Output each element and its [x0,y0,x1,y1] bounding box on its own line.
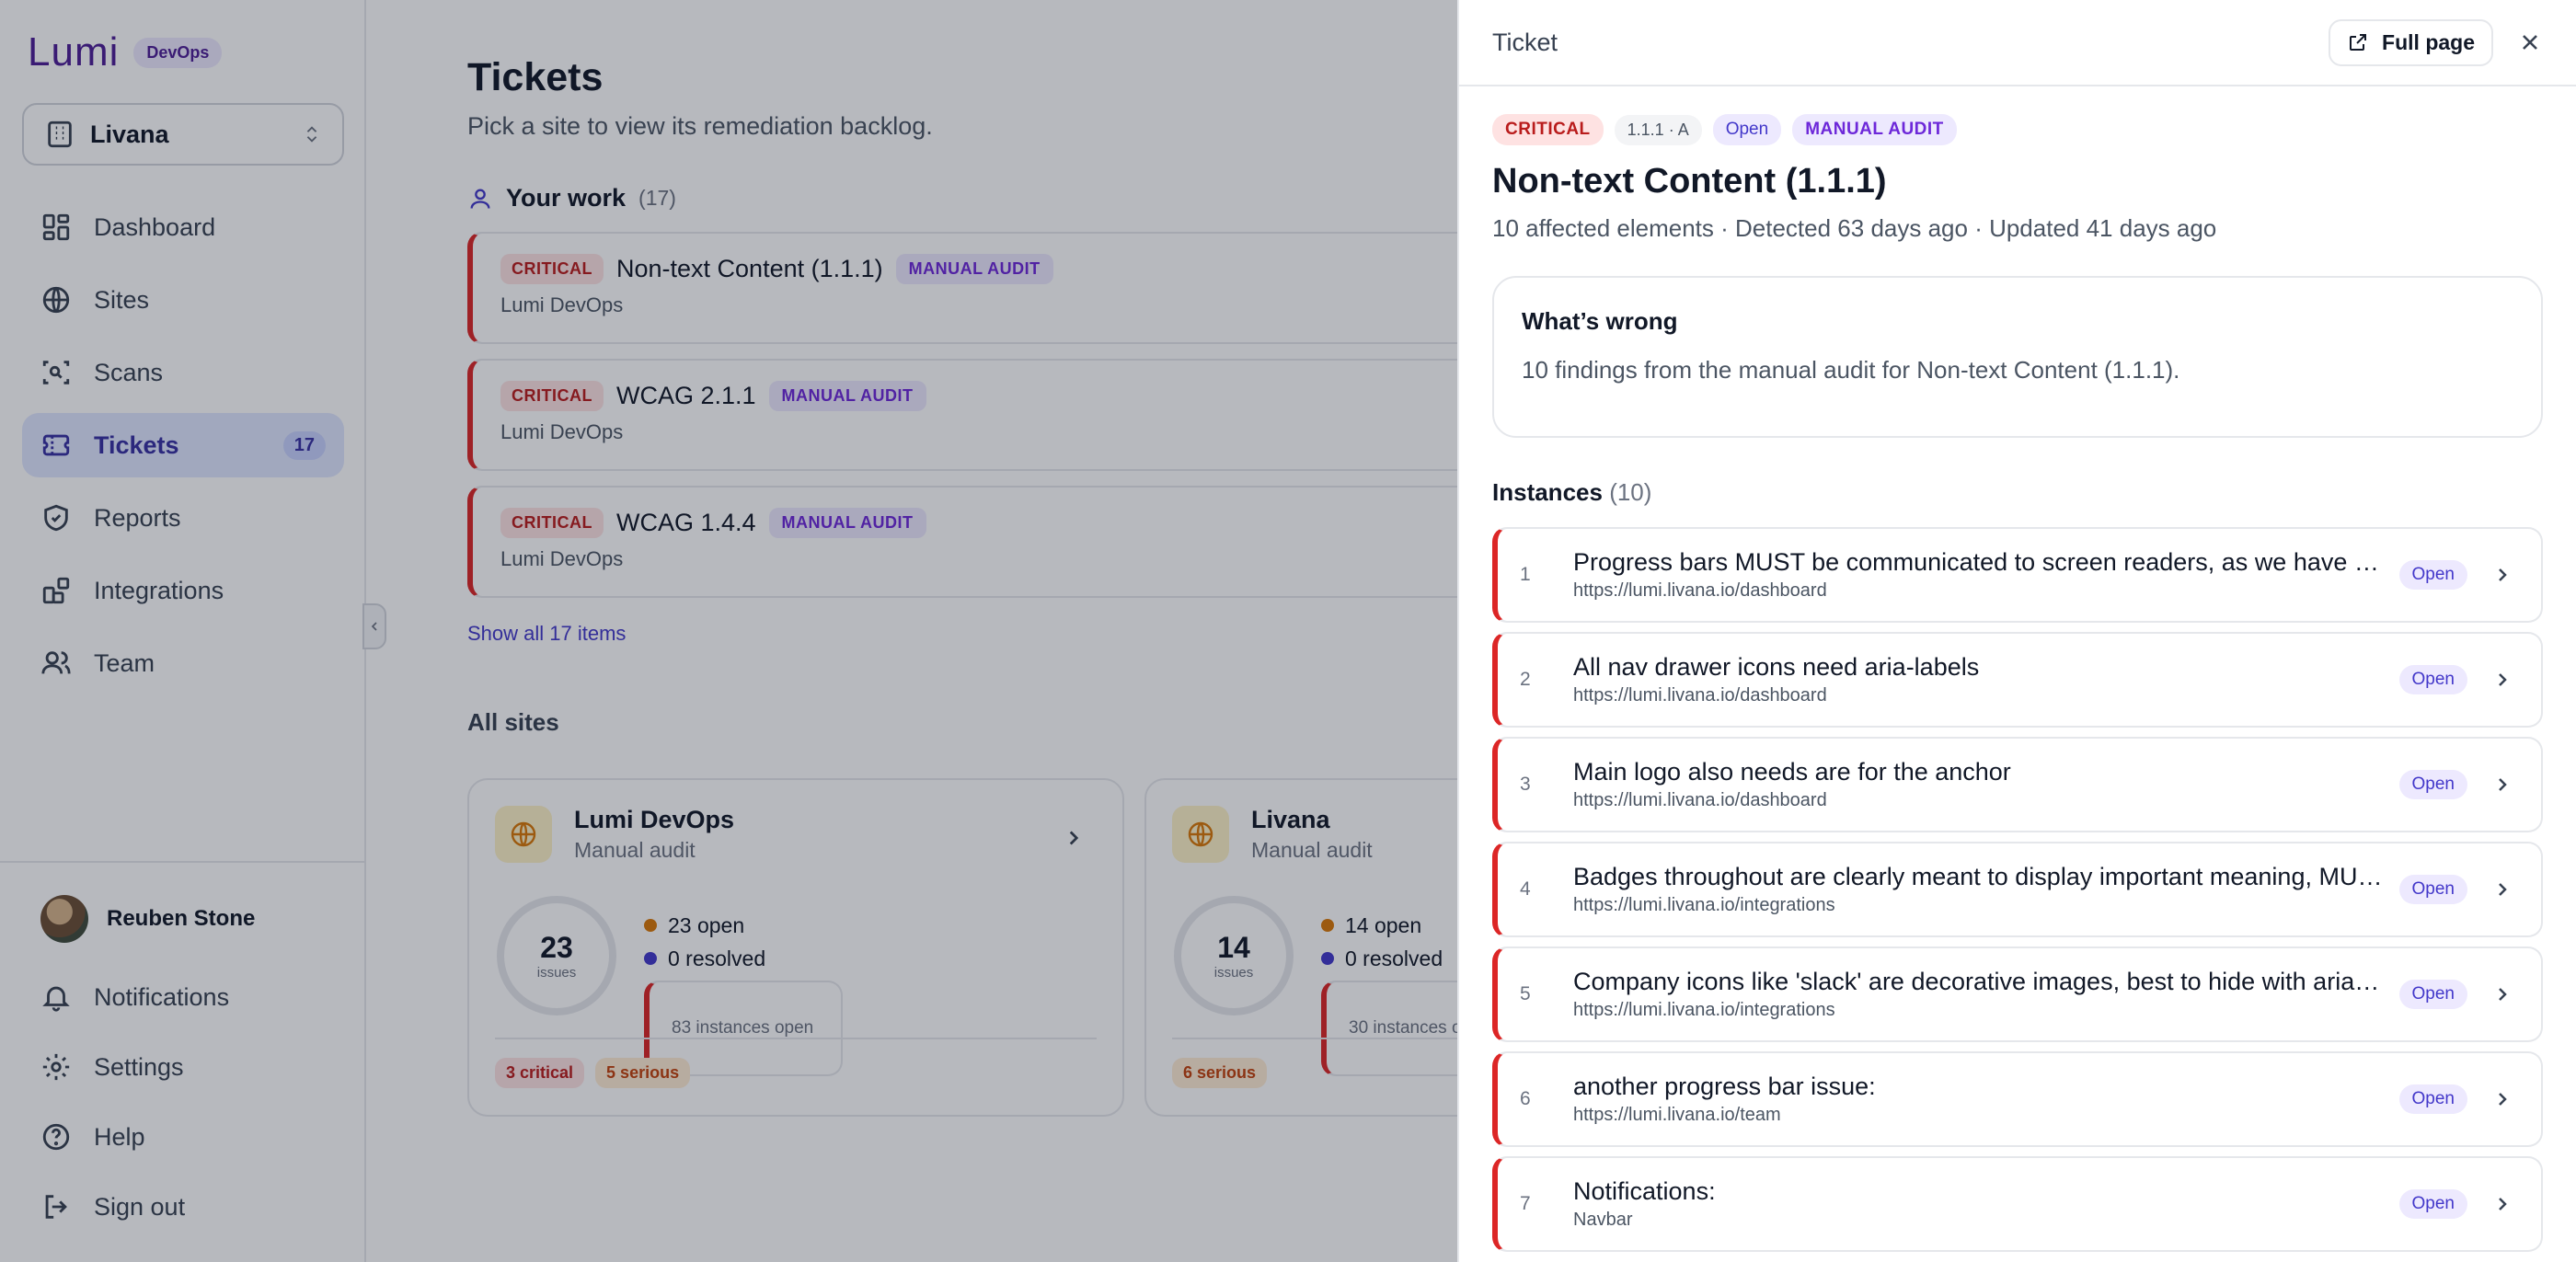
ticket-meta: 10 affected elements · Detected 63 days … [1492,214,2217,242]
instance-url: https://lumi.livana.io/integrations [1573,895,1835,915]
instance-row[interactable]: 3 Main logo also needs are for the ancho… [1492,737,2543,832]
whats-wrong-heading: What’s wrong [1522,307,1678,335]
instance-title: Main logo also needs are for the anchor [1573,758,2011,786]
instance-title: Notifications: [1573,1177,1716,1205]
status-badge: Open [2398,560,2467,590]
status-badge: Open [2398,875,2467,904]
whats-wrong-card: What’s wrong 10 findings from the manual… [1492,276,2543,438]
status-badge: Open [2398,1189,2467,1219]
instance-number: 4 [1520,878,1531,900]
full-page-label: Full page [2382,29,2475,54]
instance-title: Progress bars MUST be communicated to sc… [1573,548,2383,576]
instance-row[interactable]: 6 another progress bar issue: https://lum… [1492,1051,2543,1147]
ticket-title: Non-text Content (1.1.1) [1492,162,1887,201]
modal-backdrop[interactable] [0,0,1457,1262]
instance-number: 3 [1520,774,1531,795]
instance-number: 1 [1520,564,1531,585]
whats-wrong-text: 10 findings from the manual audit for No… [1522,356,2180,384]
status-badge: Open [2398,980,2467,1009]
instances-list: 1 Progress bars MUST be communicated to … [1492,527,2543,1252]
instance-title: All nav drawer icons need aria-labels [1573,653,1980,681]
drawer-title: Ticket [1492,28,1558,56]
instance-number: 6 [1520,1088,1531,1109]
instance-title: another progress bar issue: [1573,1073,1876,1100]
status-badge: Open [2398,1084,2467,1114]
instance-row[interactable]: 5 Company icons like 'slack' are decorat… [1492,946,2543,1042]
instance-url: https://lumi.livana.io/dashboard [1573,685,1827,706]
status-badge: Open [2398,770,2467,799]
chevron-right-icon [2499,673,2507,686]
ticket-badges: CRITICAL 1.1.1 · A Open MANUAL AUDIT [1492,114,2543,145]
instance-url: https://lumi.livana.io/team [1573,1105,1781,1125]
instance-url: Navbar [1573,1210,1633,1230]
instance-row[interactable]: 4 Badges throughout are clearly meant to… [1492,842,2543,937]
external-link-icon [2350,34,2367,51]
instances-label: Instances [1492,478,1603,506]
chevron-right-icon [2499,883,2507,896]
instance-number: 5 [1520,983,1531,1004]
instance-row[interactable]: 1 Progress bars MUST be communicated to … [1492,527,2543,623]
chevron-right-icon [2499,1093,2507,1106]
severity-badge: CRITICAL [1492,114,1604,145]
instance-row[interactable]: 2 All nav drawer icons need aria-labels h… [1492,632,2543,728]
instance-number: 2 [1520,669,1531,690]
chevron-right-icon [2499,778,2507,791]
audit-badge: MANUAL AUDIT [1792,114,1957,145]
drawer-header: Ticket Full page [1459,0,2576,86]
chevron-right-icon [2499,568,2507,581]
instance-url: https://lumi.livana.io/dashboard [1573,580,1827,601]
instance-url: https://lumi.livana.io/dashboard [1573,790,1827,810]
ticket-drawer: Ticket Full page CRITICAL 1.1.1 · A Open… [1457,0,2576,1262]
instances-count: (10) [1609,478,1652,506]
instances-heading: Instances (10) [1492,478,2543,507]
status-badge: Open [2398,665,2467,694]
status-badge: Open [1712,114,1782,145]
instance-title: Badges throughout are clearly meant to d… [1573,863,2383,890]
chevron-right-icon [2499,1198,2507,1210]
close-icon[interactable] [2517,29,2543,55]
instance-url: https://lumi.livana.io/integrations [1573,1000,1835,1020]
full-page-button[interactable]: Full page [2329,18,2493,66]
instance-number: 7 [1520,1193,1531,1214]
criterion-badge: 1.1.1 · A [1614,114,1702,145]
instance-title: Company icons like 'slack' are decorativ… [1573,968,2383,995]
instance-row[interactable]: 7 Notifications: Navbar Open [1492,1156,2543,1252]
chevron-right-icon [2499,988,2507,1001]
